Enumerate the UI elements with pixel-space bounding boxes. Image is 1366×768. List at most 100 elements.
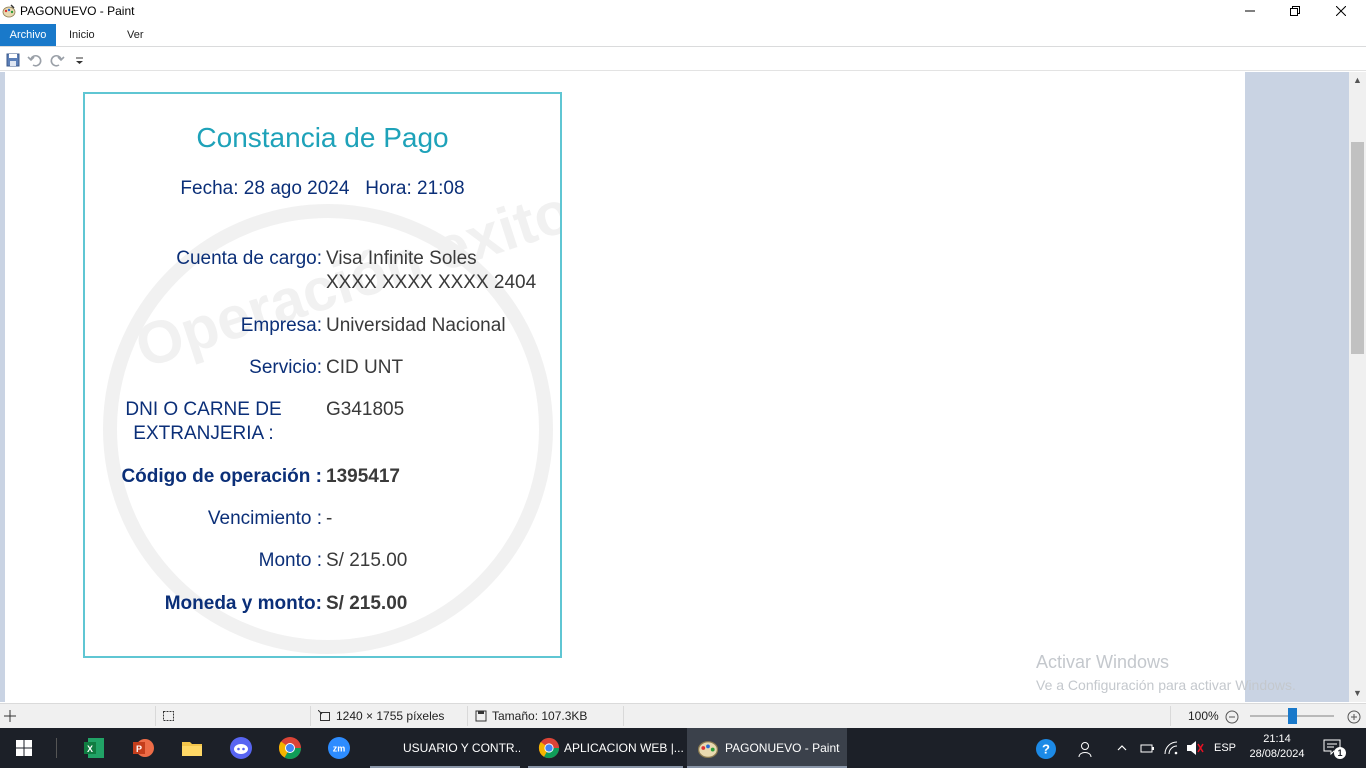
value-codigo-operacion: 1395417 [326,466,400,487]
customize-toolbar-icon[interactable] [72,52,88,68]
status-bar: 1240 × 1755 píxeles Tamaño: 107.3KB 100% [0,703,1366,728]
status-separator [1170,706,1171,726]
file-explorer-taskbar-button[interactable] [168,728,216,768]
value-monto: S/ 215.00 [326,550,408,571]
label-dni-line2: EXTRANJERIA : [133,423,274,444]
scroll-up-icon[interactable]: ▲ [1349,72,1366,89]
selection-size-icon [163,711,174,721]
canvas-image[interactable]: Operación exitosa Constancia de Pago Fec… [5,72,1245,702]
language-indicator[interactable]: ESP [1214,728,1236,768]
wifi-icon[interactable] [1163,740,1179,756]
label-monto: Monto : [258,550,322,571]
chrome-icon [278,737,301,759]
scroll-thumb[interactable] [1351,142,1364,354]
cursor-position-icon [4,710,16,722]
label-moneda-monto: Moneda y monto: [164,593,322,614]
activate-windows-subtitle: Ve a Configuración para activar Windows. [1036,677,1296,693]
ribbon-tabs: Archivo Inicio Ver ? [0,23,1366,64]
value-empresa: Universidad Nacional [326,315,506,336]
chrome-taskbar-button[interactable] [266,728,314,768]
zoom-slider-thumb[interactable] [1288,708,1297,724]
close-icon [1336,6,1346,16]
clock-date: 28/08/2024 [1249,748,1305,760]
status-separator [467,706,468,726]
scroll-down-icon[interactable]: ▼ [1349,685,1366,702]
save-icon[interactable] [5,52,21,68]
activate-windows-title: Activar Windows [1036,652,1170,672]
windows-logo-icon [16,740,32,756]
discord-icon [230,737,252,759]
chrome-icon [538,737,560,759]
help-tray-icon[interactable]: ? [1035,738,1057,760]
label-dni-line1: DNI O CARNE DE [125,399,282,420]
title-bar: PAGONUEVO - Paint [0,0,1366,22]
close-button[interactable] [1318,0,1364,22]
window-title: PAGONUEVO - Paint [20,4,135,18]
taskbar-window-aplicacion[interactable]: APLICACION WEB |... [528,728,683,768]
show-hidden-icons-chevron[interactable] [1116,742,1128,754]
taskbar-window-usuario[interactable]: USUARIO Y CONTR... [370,728,520,768]
value-dni: G341805 [326,399,405,420]
redo-icon[interactable] [49,52,65,68]
powerpoint-icon: P [133,739,154,757]
zoom-taskbar-button[interactable]: zm [315,728,363,768]
value-cuenta-cargo-line2: XXXX XXXX XXXX 2404 [326,272,537,293]
svg-text:zm: zm [333,744,346,754]
label-empresa: Empresa: [240,315,322,336]
label-vencimiento: Vencimiento : [207,508,322,529]
zoom-out-icon[interactable] [1225,710,1239,724]
undo-icon[interactable] [27,52,43,68]
label-servicio: Servicio: [249,357,322,378]
taskbar-window-label: PAGONUEVO - Paint [725,741,840,755]
status-separator [623,706,624,726]
excel-taskbar-button[interactable]: X [70,728,118,768]
battery-icon[interactable] [1139,740,1155,756]
receipt-title: Constancia de Pago [196,122,449,153]
zoom-in-icon[interactable] [1347,710,1361,724]
status-separator [310,706,311,726]
svg-text:P: P [136,744,142,754]
clock-time: 21:14 [1263,733,1291,745]
receipt-datetime: Fecha: 28 ago 2024 Hora: 21:08 [180,178,465,199]
action-center-button[interactable]: 1 [1323,739,1346,759]
label-cuenta-cargo: Cuenta de cargo: [176,248,322,269]
discord-taskbar-button[interactable] [217,728,265,768]
vertical-scrollbar[interactable]: ▲ ▼ [1349,72,1366,702]
taskbar-window-label: USUARIO Y CONTR... [403,741,520,755]
taskbar-window-label: APLICACION WEB |... [564,741,683,755]
value-servicio: CID UNT [326,357,404,378]
restore-icon [1290,6,1300,16]
start-button[interactable] [0,728,48,768]
label-codigo-operacion: Código de operación : [121,466,322,487]
notification-count-badge: 1 [1334,747,1346,759]
powerpoint-taskbar-button[interactable]: P [119,728,167,768]
file-size-icon [475,710,487,722]
svg-text:?: ? [1042,742,1050,757]
image-dimensions: 1240 × 1755 píxeles [336,709,445,723]
value-moneda-monto: S/ 215.00 [326,593,408,614]
payment-receipt: Operación exitosa Constancia de Pago Fec… [83,92,562,658]
canvas-area[interactable]: Operación exitosa Constancia de Pago Fec… [0,72,1349,702]
taskbar: X P zm USUARIO Y CONTR... APLICACION WEB… [0,728,1366,768]
taskbar-separator [56,738,57,758]
file-size: Tamaño: 107.3KB [492,709,588,723]
folder-icon [182,742,202,756]
people-icon[interactable] [1078,740,1096,758]
volume-muted-icon[interactable] [1186,740,1204,756]
tab-inicio[interactable]: Inicio [60,24,104,46]
paint-app-icon[interactable] [2,4,16,18]
excel-icon: X [84,738,104,758]
zoom-app-icon: zm [328,737,350,759]
svg-text:X: X [87,744,93,754]
quick-access-toolbar [0,48,1366,71]
tab-ver[interactable]: Ver [118,24,153,46]
taskbar-window-paint[interactable]: PAGONUEVO - Paint [687,728,847,768]
zoom-level: 100% [1188,709,1219,723]
clock[interactable]: 21:14 28/08/2024 [1242,732,1312,762]
minimize-button[interactable] [1227,0,1273,22]
paint-app-icon [697,741,719,759]
tab-archivo[interactable]: Archivo [0,24,56,46]
minimize-icon [1245,10,1255,12]
value-vencimiento: - [326,508,333,529]
restore-button[interactable] [1272,0,1318,22]
